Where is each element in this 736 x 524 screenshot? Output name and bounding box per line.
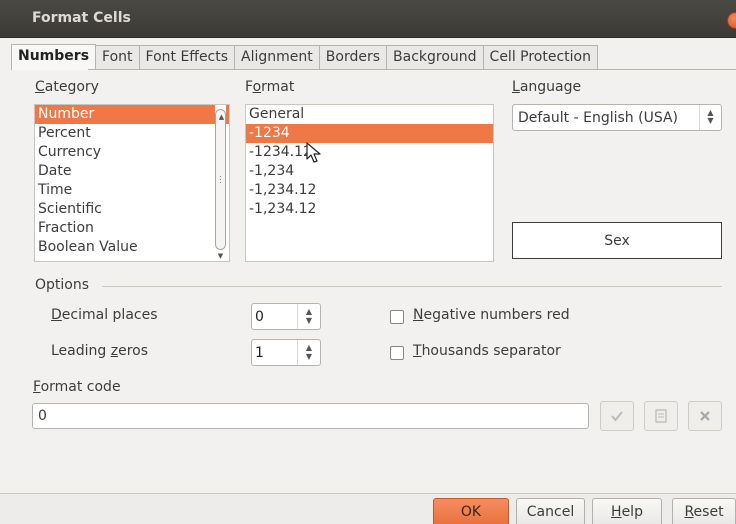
- thousands-separator-checkbox[interactable]: [390, 346, 404, 360]
- preview-text: Sex: [604, 233, 630, 249]
- leading-zeros-stepper[interactable]: 1 ▲ ▼: [251, 339, 321, 366]
- grip-icon: [220, 176, 221, 177]
- leading-zeros-value: 1: [255, 345, 264, 361]
- delete-format-button[interactable]: [688, 401, 722, 431]
- tab-font[interactable]: Font: [96, 45, 140, 70]
- list-item[interactable]: -1,234.12: [246, 181, 493, 200]
- spin-arrows-icon[interactable]: ▲ ▼: [297, 340, 320, 365]
- list-item[interactable]: Percent: [35, 124, 229, 143]
- format-code-value: 0: [38, 408, 47, 424]
- leading-zeros-label: Leading zeros: [51, 343, 149, 359]
- list-item[interactable]: -1,234: [246, 162, 493, 181]
- category-scrollbar[interactable]: ▲ ▼: [215, 105, 226, 261]
- format-code-label: Format code: [33, 379, 121, 395]
- format-code-input[interactable]: 0: [32, 403, 589, 429]
- tab-numbers[interactable]: Numbers: [11, 44, 97, 70]
- list-item[interactable]: Date: [35, 162, 229, 181]
- language-label: Language: [512, 79, 582, 95]
- list-item[interactable]: Boolean Value: [35, 238, 229, 257]
- options-separator: [102, 286, 722, 287]
- decimal-places-value: 0: [255, 309, 264, 325]
- list-item[interactable]: General: [246, 105, 493, 124]
- edit-comment-button[interactable]: [644, 401, 678, 431]
- tab-font-effects[interactable]: Font Effects: [139, 45, 236, 70]
- comment-icon: [655, 409, 667, 423]
- thousands-separator-label[interactable]: Thousands separator: [413, 343, 561, 359]
- list-item[interactable]: Currency: [35, 143, 229, 162]
- tab-background[interactable]: Background: [387, 45, 484, 70]
- scroll-thumb[interactable]: ▲: [215, 109, 226, 250]
- help-button[interactable]: Help: [592, 498, 662, 524]
- tab-cell-protection[interactable]: Cell Protection: [483, 45, 598, 70]
- title-bar: Format Cells: [0, 0, 736, 38]
- grip-icon: [220, 182, 221, 183]
- language-value: Default - English (USA): [518, 110, 679, 126]
- options-heading: Options: [35, 277, 90, 293]
- checkmark-icon: [611, 411, 623, 422]
- format-list[interactable]: General -1234 -1234.12 -1,234 -1,234.12 …: [245, 104, 494, 262]
- cancel-button[interactable]: Cancel: [516, 498, 585, 524]
- list-item[interactable]: Time: [35, 181, 229, 200]
- negative-numbers-red-label[interactable]: Negative numbers red: [413, 307, 570, 323]
- negative-numbers-red-checkbox[interactable]: [390, 310, 404, 324]
- list-item[interactable]: -1234.12: [246, 143, 493, 162]
- mouse-cursor-icon: [306, 142, 321, 163]
- decimal-places-stepper[interactable]: 0 ▲ ▼: [251, 303, 321, 330]
- language-select[interactable]: Default - English (USA) ▲ ▼: [512, 104, 722, 131]
- list-item[interactable]: -1,234.12: [246, 200, 493, 219]
- category-label: Category: [35, 79, 99, 95]
- list-item[interactable]: Scientific: [35, 200, 229, 219]
- spin-arrows-icon[interactable]: ▲ ▼: [297, 304, 320, 329]
- reset-button[interactable]: Reset: [672, 498, 736, 524]
- list-item[interactable]: Fraction: [35, 219, 229, 238]
- list-item[interactable]: -1234: [246, 124, 493, 143]
- chevron-down-icon[interactable]: ▼: [215, 251, 226, 261]
- tab-bar: Numbers Font Font Effects Alignment Bord…: [11, 44, 598, 70]
- grip-icon: [220, 179, 221, 180]
- ok-button[interactable]: OK: [433, 498, 509, 524]
- window-title: Format Cells: [32, 10, 131, 26]
- close-icon[interactable]: [727, 12, 736, 29]
- tab-divider: [88, 69, 736, 70]
- chevron-up-icon: ▲: [218, 113, 225, 121]
- category-list[interactable]: Number Percent Currency Date Time Scient…: [34, 104, 230, 262]
- spin-arrows-icon[interactable]: ▲ ▼: [699, 105, 721, 130]
- add-format-button[interactable]: [600, 401, 634, 431]
- format-label: Format: [245, 79, 295, 95]
- tab-borders[interactable]: Borders: [319, 45, 388, 70]
- decimal-places-label: Decimal places: [51, 307, 158, 323]
- format-preview: Sex: [512, 222, 722, 259]
- tab-alignment[interactable]: Alignment: [235, 45, 320, 70]
- list-item[interactable]: Number: [35, 105, 229, 124]
- delete-x-icon: [700, 411, 710, 421]
